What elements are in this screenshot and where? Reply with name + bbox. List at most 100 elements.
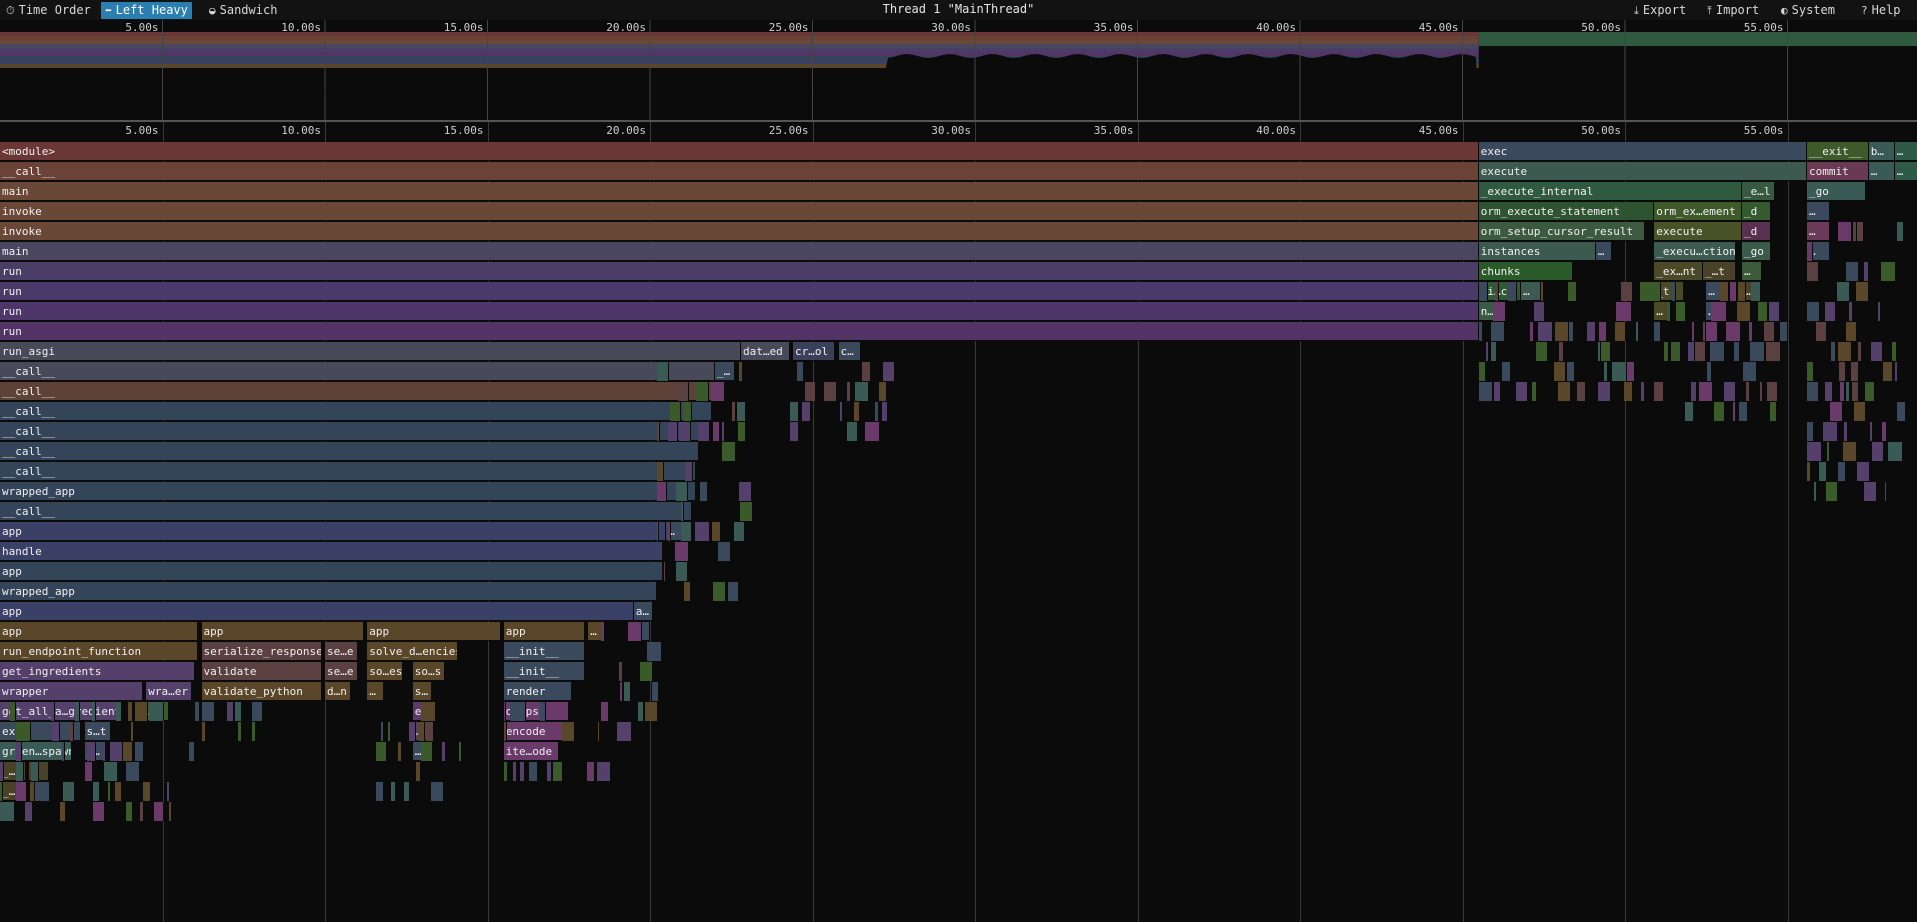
- flame-frame[interactable]: orm_execute_statement: [1478, 202, 1655, 221]
- flame-frame-small[interactable]: [1601, 342, 1612, 361]
- flame-frame-small[interactable]: [16, 722, 32, 741]
- flame-frame-small[interactable]: [1730, 282, 1737, 301]
- flame-frame-small[interactable]: [503, 722, 507, 741]
- flame-frame-small[interactable]: [127, 702, 134, 721]
- flame-frame-small[interactable]: [1687, 342, 1695, 361]
- flame-frame[interactable]: main: [0, 242, 1479, 261]
- minimap[interactable]: 5.00s 10.00s 15.00s 20.00s 25.00s 30.00s 35.00…: [0, 20, 1917, 122]
- flame-frame[interactable]: …: [1894, 142, 1917, 161]
- flame-frame-small[interactable]: [881, 402, 889, 421]
- flame-frame[interactable]: solve_d…encies: [367, 642, 459, 661]
- flame-frame-small[interactable]: [1558, 382, 1572, 401]
- flame-frame-small[interactable]: [682, 402, 692, 421]
- flame-frame-small[interactable]: [1491, 342, 1497, 361]
- flame-frame-small[interactable]: [1558, 342, 1564, 361]
- flame-frame-small[interactable]: [624, 682, 632, 701]
- flame-frame-small[interactable]: [638, 702, 644, 721]
- flame-frame-small[interactable]: [87, 742, 97, 761]
- flame-frame-small[interactable]: [1750, 342, 1766, 361]
- flame-frame-small[interactable]: [520, 762, 526, 781]
- flame-frame[interactable]: main: [0, 182, 1479, 201]
- flame-frame[interactable]: …: [1807, 222, 1830, 241]
- flame-frame[interactable]: invoke: [0, 202, 1479, 221]
- flame-frame-small[interactable]: [1807, 462, 1812, 481]
- flame-frame[interactable]: _go: [1742, 242, 1772, 261]
- flame-frame[interactable]: <module>: [0, 142, 1479, 161]
- flame-frame[interactable]: encode: [503, 722, 569, 741]
- flame-frame-small[interactable]: [458, 742, 462, 761]
- flame-frame-small[interactable]: [597, 722, 601, 741]
- flame-frame-small[interactable]: [415, 762, 422, 781]
- flame-frame[interactable]: __exit__: [1807, 142, 1869, 161]
- flame-frame-small[interactable]: [1627, 362, 1636, 381]
- flame-frame-small[interactable]: [59, 802, 66, 821]
- flame-frame[interactable]: validate: [201, 662, 322, 681]
- flame-frame-small[interactable]: [398, 742, 403, 761]
- flame-frame-small[interactable]: [421, 702, 436, 721]
- flame-frame[interactable]: app: [367, 622, 501, 641]
- flame-frame[interactable]: …: [1807, 202, 1830, 221]
- flame-frame-small[interactable]: [1746, 382, 1750, 401]
- flame-frame-small[interactable]: [1819, 462, 1828, 481]
- flame-frame[interactable]: get_ingredients: [0, 662, 195, 681]
- flame-frame-small[interactable]: [109, 742, 123, 761]
- time-order-tab[interactable]: ⏱ Time Order: [2, 2, 95, 19]
- flame-frame[interactable]: app: [0, 562, 663, 581]
- flame-frame-small[interactable]: [601, 622, 605, 641]
- flame-frame-small[interactable]: [562, 722, 576, 741]
- flame-frame-small[interactable]: [1824, 382, 1834, 401]
- flame-frame-small[interactable]: [1864, 482, 1877, 501]
- flame-frame-small[interactable]: [154, 802, 164, 821]
- flame-frame-small[interactable]: [503, 762, 508, 781]
- flame-frame-small[interactable]: [1857, 342, 1863, 361]
- flame-frame[interactable]: app: [0, 522, 667, 541]
- flame-frame-small[interactable]: [226, 702, 234, 721]
- flame-frame-small[interactable]: [1856, 282, 1869, 301]
- flame-frame-small[interactable]: [1478, 362, 1486, 381]
- flame-frame[interactable]: run_endpoint_function: [0, 642, 199, 661]
- flame-frame-small[interactable]: [639, 662, 653, 681]
- flame-frame-small[interactable]: [1690, 382, 1698, 401]
- flame-frame-small[interactable]: [1478, 322, 1483, 341]
- flame-frame-small[interactable]: [1884, 482, 1888, 501]
- flame-frame-small[interactable]: [61, 742, 65, 761]
- flame-frame[interactable]: wrapped_app: [0, 482, 696, 501]
- flame-frame-small[interactable]: [102, 742, 107, 761]
- flame-frame-small[interactable]: [1896, 222, 1905, 241]
- flame-frame-small[interactable]: [596, 762, 612, 781]
- flame-frame-small[interactable]: [51, 722, 61, 741]
- flame-frame-small[interactable]: [1676, 302, 1686, 321]
- flame-frame-small[interactable]: [721, 442, 737, 461]
- flame-frame-small[interactable]: [1807, 242, 1814, 261]
- flame-frame-small[interactable]: [1749, 322, 1754, 341]
- flame-frame-small[interactable]: [1568, 322, 1574, 341]
- flame-frame-small[interactable]: [733, 522, 745, 541]
- flame-frame-small[interactable]: [93, 782, 101, 801]
- flame-frame-small[interactable]: [1856, 222, 1865, 241]
- flame-frame-small[interactable]: [63, 782, 76, 801]
- flame-frame[interactable]: run_asgi: [0, 342, 741, 361]
- flame-frame[interactable]: s…t: [84, 722, 111, 741]
- flame-frame-small[interactable]: [1654, 382, 1664, 401]
- flame-frame-small[interactable]: [681, 522, 693, 541]
- flame-frame-small[interactable]: [1554, 322, 1569, 341]
- flame-frame-small[interactable]: [92, 702, 97, 721]
- flame-frame-small[interactable]: [1515, 382, 1528, 401]
- flame-frame-small[interactable]: [1852, 382, 1859, 401]
- flame-frame-small[interactable]: [1654, 282, 1662, 301]
- flame-frame[interactable]: serialize_response: [201, 642, 322, 661]
- flame-frame-small[interactable]: [620, 682, 623, 701]
- flame-frame-small[interactable]: [1739, 402, 1748, 421]
- flame-frame[interactable]: chunks: [1478, 262, 1573, 281]
- flame-frame-small[interactable]: [1726, 322, 1741, 341]
- flame-frame-small[interactable]: [103, 762, 119, 781]
- flame-frame-small[interactable]: [426, 722, 435, 741]
- flame-frame-small[interactable]: [1598, 382, 1612, 401]
- flame-frame-small[interactable]: [619, 662, 624, 681]
- flame-frame-small[interactable]: [1507, 282, 1518, 301]
- flame-frame-small[interactable]: [652, 682, 659, 701]
- flame-frame[interactable]: …: [1742, 262, 1762, 281]
- flame-frame[interactable]: app: [0, 622, 199, 641]
- flame-frame-small[interactable]: [644, 702, 659, 721]
- flame-frame[interactable]: …: [1868, 162, 1895, 181]
